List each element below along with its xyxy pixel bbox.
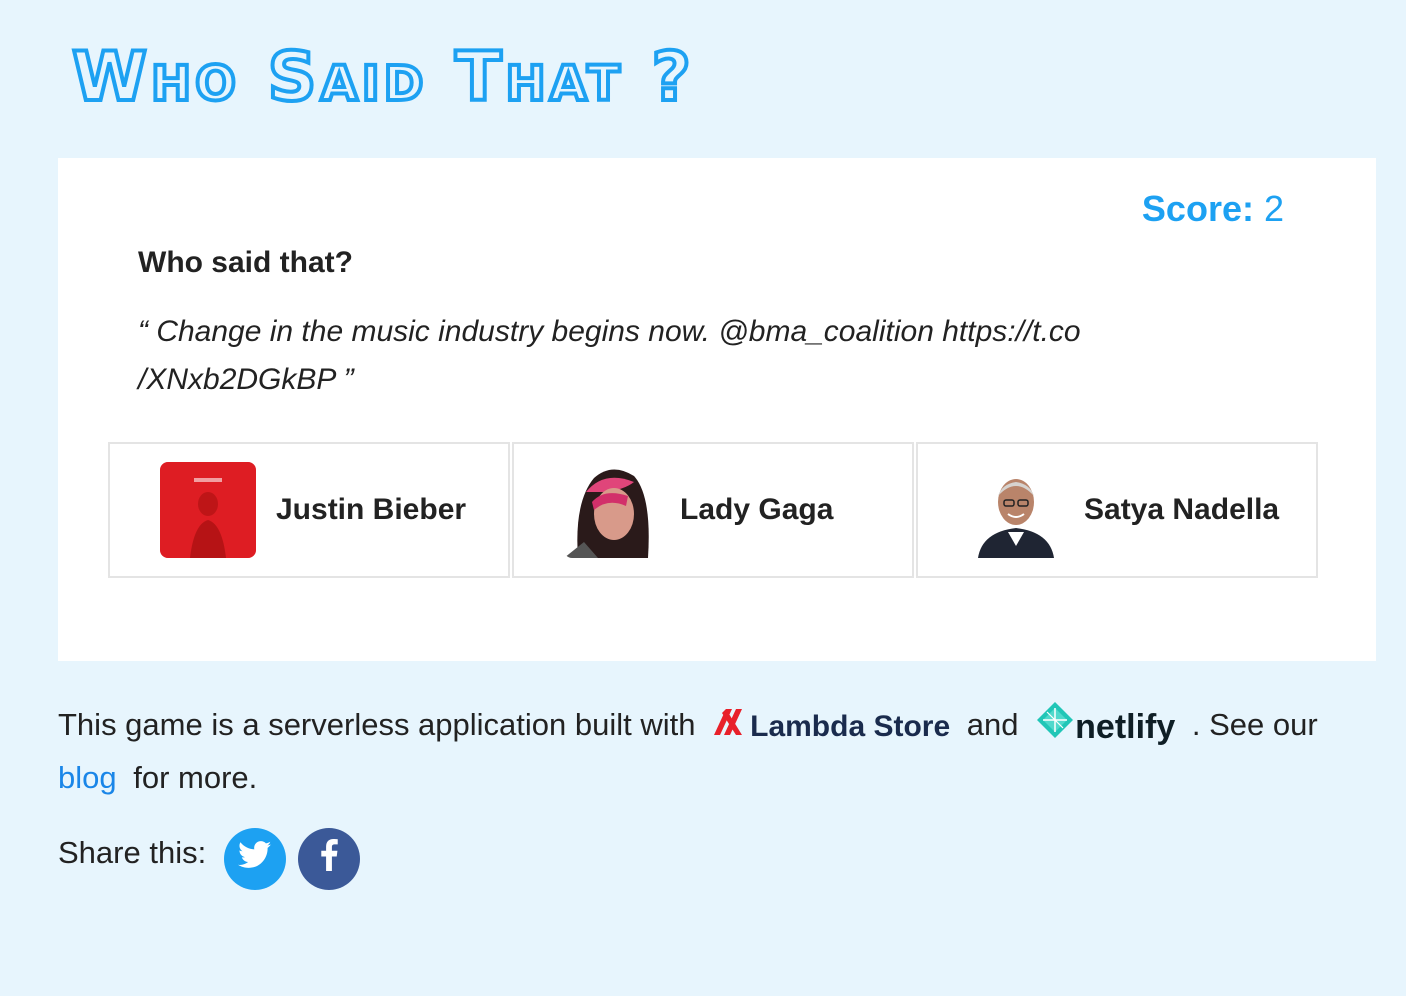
footer-text: This game is a serverless application bu… xyxy=(58,700,1368,802)
option-label: Satya Nadella xyxy=(1084,493,1280,526)
score-display: Score: 2 xyxy=(1142,188,1284,230)
option-lady-gaga[interactable]: Lady Gaga xyxy=(512,442,914,578)
lambda-store-name: Lambda Store xyxy=(750,710,951,743)
avatar xyxy=(160,462,256,558)
footer-intro: This game is a serverless application bu… xyxy=(58,707,696,743)
score-label: Score: xyxy=(1141,188,1254,229)
option-label: Justin Bieber xyxy=(276,493,467,526)
facebook-share-button[interactable] xyxy=(298,828,361,890)
game-card: Score: 2 Who said that? “ Change in the m… xyxy=(58,158,1376,661)
facebook-icon xyxy=(320,839,338,879)
lambda-store-logo-icon xyxy=(712,703,750,751)
twitter-icon xyxy=(238,841,272,877)
page-title: Who Said That ? xyxy=(70,38,695,117)
share-bar: Share this: xyxy=(58,828,372,890)
score-value: 2 xyxy=(1263,188,1284,229)
netlify-logo-icon xyxy=(1035,700,1075,754)
option-justin-bieber[interactable]: Justin Bieber xyxy=(108,442,510,578)
more-text: for more. xyxy=(133,760,258,795)
avatar xyxy=(968,462,1064,558)
share-label: Share this: xyxy=(58,835,207,870)
twitter-share-button[interactable] xyxy=(224,828,287,890)
option-label: Lady Gaga xyxy=(680,493,834,526)
and-text: and xyxy=(966,707,1019,743)
quote-text: “ Change in the music industry begins no… xyxy=(138,315,1081,396)
lambda-store-link[interactable]: Lambda Store xyxy=(712,703,950,751)
question-heading: Who said that? xyxy=(138,246,353,279)
avatar xyxy=(564,462,660,558)
see-text: . See our xyxy=(1191,707,1318,743)
option-satya-nadella[interactable]: Satya Nadella xyxy=(916,442,1318,578)
netlify-link[interactable]: netlify xyxy=(1035,700,1175,754)
answer-options: Justin Bieber Lady Gaga Satya Nadella xyxy=(108,442,1318,578)
netlify-name: netlify xyxy=(1075,708,1176,746)
blog-link[interactable]: blog xyxy=(58,760,117,795)
